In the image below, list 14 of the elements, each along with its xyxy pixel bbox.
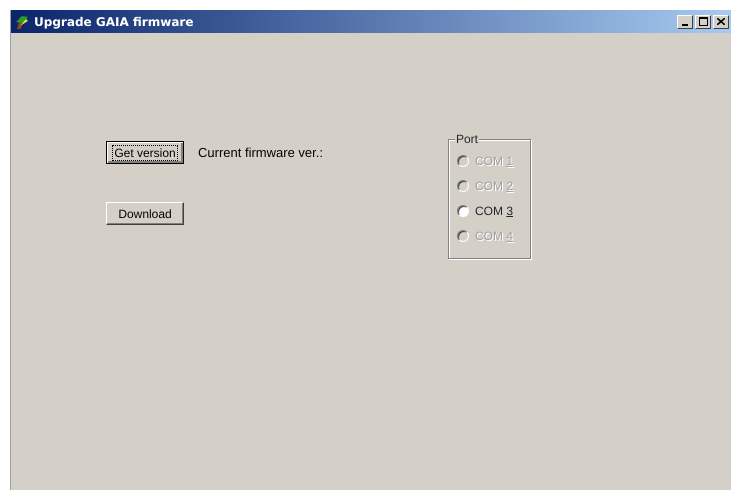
app-icon <box>14 14 30 30</box>
action-button[interactable]: Get version <box>106 141 184 164</box>
group-title: Port <box>455 132 480 146</box>
window-title: Upgrade GAIA firmware <box>34 14 194 30</box>
radio-option[interactable]: COM 3 <box>457 202 530 220</box>
firmware-version-label: Current firmware ver.: <box>198 144 323 162</box>
radio-button[interactable] <box>457 205 469 217</box>
close-button[interactable] <box>713 14 729 28</box>
maximize-icon <box>698 17 708 26</box>
maximize-button[interactable] <box>695 14 711 28</box>
minimize-button[interactable] <box>677 14 693 28</box>
minimize-icon <box>682 24 688 26</box>
close-icon <box>717 18 725 25</box>
action-button[interactable]: Download <box>106 202 184 225</box>
